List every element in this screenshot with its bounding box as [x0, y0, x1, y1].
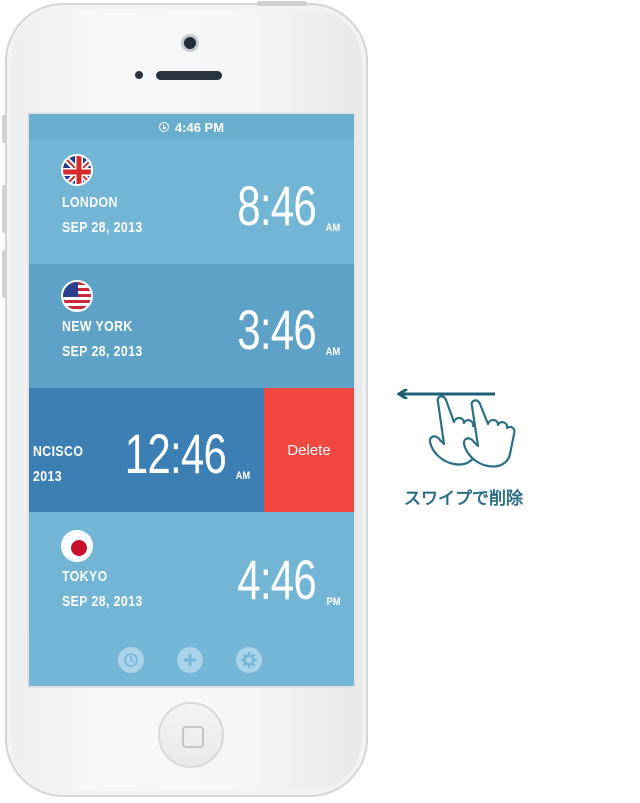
city-time: 4:46 — [237, 548, 317, 611]
clock-row-new-york[interactable]: NEW YORK SEP 28, 2013 3:46 AM — [29, 264, 354, 388]
settings-icon[interactable] — [236, 647, 262, 673]
japan-flag-icon — [61, 530, 93, 562]
city-time: 12:46 — [124, 422, 227, 485]
city-name: TOKYO — [62, 568, 108, 585]
add-icon[interactable] — [177, 647, 203, 673]
city-date: SEP 28, 2013 — [62, 593, 143, 610]
city-date: 2013 — [33, 468, 63, 485]
uk-flag-icon — [61, 154, 93, 186]
city-date: SEP 28, 2013 — [62, 219, 143, 236]
city-time: 3:46 — [237, 298, 317, 361]
proximity-sensor — [135, 71, 143, 79]
front-camera — [181, 34, 199, 52]
city-name: LONDON — [62, 194, 118, 211]
home-button[interactable] — [158, 702, 224, 768]
clock-row-london[interactable]: LONDON SEP 28, 2013 8:46 AM — [29, 140, 354, 264]
city-name: NEW YORK — [62, 318, 133, 335]
city-ampm: AM — [235, 470, 250, 482]
clock-row-tokyo[interactable]: TOKYO SEP 28, 2013 4:46 PM — [29, 512, 354, 636]
delete-button[interactable]: Delete — [264, 388, 354, 512]
city-time: 8:46 — [237, 174, 317, 237]
city-name: NCISCO — [33, 443, 84, 460]
status-bar: 4:46 PM — [29, 114, 354, 140]
mute-switch — [2, 115, 7, 143]
status-time: 4:46 PM — [174, 119, 225, 135]
city-ampm: AM — [325, 346, 340, 358]
timer-icon[interactable] — [118, 647, 144, 673]
us-flag-icon — [61, 280, 93, 312]
swipe-hand-icon — [428, 395, 516, 468]
volume-down-button — [2, 250, 7, 298]
city-date: SEP 28, 2013 — [62, 343, 143, 360]
app-screen: 4:46 PM LONDON SEP 28, 2013 8:46 AM NEW … — [27, 112, 356, 688]
earpiece-speaker — [156, 71, 222, 80]
bottom-toolbar — [29, 634, 354, 686]
clock-icon — [158, 122, 169, 132]
power-button — [257, 1, 307, 6]
swipe-hint-text: スワイプで削除 — [404, 489, 523, 509]
city-ampm: PM — [325, 596, 340, 608]
volume-up-button — [2, 185, 7, 233]
clock-row-san-francisco[interactable]: NCISCO 2013 12:46 AM Delete — [29, 388, 354, 512]
city-ampm: AM — [325, 222, 340, 234]
